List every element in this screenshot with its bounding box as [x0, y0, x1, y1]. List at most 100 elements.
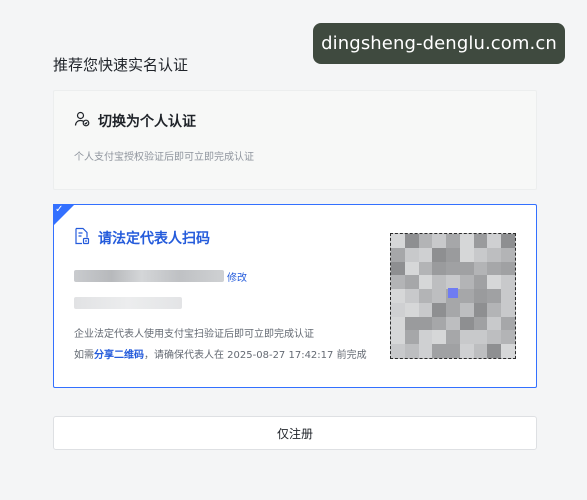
share-instructions: 如需分享二维码，请确保代表人在 2025-08-27 17:42:17 前完成 [74, 346, 367, 361]
qr-cell [391, 344, 405, 358]
qr-cell [501, 289, 515, 303]
legal-option-description: 企业法定代表人使用支付宝扫验证后即可立即完成认证 [74, 329, 314, 340]
personal-option-header: 切换为个人认证 [74, 111, 196, 131]
qr-cell [501, 316, 515, 331]
qr-cell [487, 330, 502, 345]
qr-cell [404, 316, 419, 331]
qr-cell [418, 234, 433, 248]
qr-cell [391, 261, 405, 276]
qr-cell [404, 275, 419, 290]
qr-cell [473, 275, 488, 290]
personal-option-description: 个人支付宝授权验证后即可立即完成认证 [74, 152, 254, 163]
qr-cell [473, 247, 488, 262]
legal-option-header: 请法定代表人扫码 [74, 227, 210, 249]
edit-link[interactable]: 修改 [227, 269, 247, 284]
qr-cell [432, 275, 447, 290]
qr-cell [459, 330, 474, 345]
qr-cell [391, 302, 405, 317]
qr-cell [487, 302, 502, 317]
qr-cell [487, 289, 502, 303]
qr-cell [432, 302, 447, 317]
qr-cell [432, 316, 447, 331]
qr-center-logo [448, 288, 458, 298]
qr-cell [501, 330, 515, 345]
representative-id-redacted [74, 297, 182, 309]
qr-cell [432, 247, 447, 262]
qr-cell [473, 289, 488, 303]
qr-cell [404, 330, 419, 345]
qr-cell [459, 234, 474, 248]
qr-cell [501, 275, 515, 290]
qr-cell [418, 247, 433, 262]
share-qr-link[interactable]: 分享二维码 [94, 350, 144, 361]
share-suffix: ，请确保代表人在 2025-08-27 17:42:17 前完成 [144, 350, 367, 361]
qr-cell [404, 234, 419, 248]
qr-cell [418, 316, 433, 331]
qr-cell [459, 275, 474, 290]
qr-cell [404, 247, 419, 262]
qr-cell [501, 344, 515, 358]
qr-cell [391, 247, 405, 262]
qr-cell [459, 261, 474, 276]
qr-cell [404, 302, 419, 317]
qr-cell [432, 289, 447, 303]
qr-cell [446, 234, 460, 248]
qr-cell [432, 261, 447, 276]
personal-option-label: 切换为个人认证 [98, 114, 196, 130]
watermark-banner: dingsheng-denglu.com.cn [313, 23, 565, 64]
person-verify-icon [74, 111, 90, 131]
check-icon: ✓ [55, 204, 64, 215]
qr-cell [459, 344, 474, 358]
qr-cell [432, 344, 447, 358]
personal-verification-option[interactable]: 切换为个人认证 个人支付宝授权验证后即可立即完成认证 [53, 90, 537, 190]
qr-cell [391, 289, 405, 303]
qr-cell [473, 302, 488, 317]
qr-cell [418, 275, 433, 290]
qr-cell [391, 275, 405, 290]
representative-name-redacted [74, 270, 224, 282]
qr-cell [391, 234, 405, 248]
qr-cell [391, 330, 405, 345]
share-prefix: 如需 [74, 350, 94, 361]
qr-cell [501, 247, 515, 262]
qr-cell [487, 261, 502, 276]
qr-cell [473, 234, 488, 248]
qr-cell [487, 275, 502, 290]
qr-cell [473, 261, 488, 276]
qr-cell [418, 330, 433, 345]
qr-cell [473, 316, 488, 331]
qr-cell [446, 344, 460, 358]
qr-cell [418, 302, 433, 317]
watermark-text: dingsheng-denglu.com.cn [321, 33, 557, 54]
qr-cell [501, 302, 515, 317]
qr-cell [432, 234, 447, 248]
register-only-label: 仅注册 [276, 426, 313, 441]
qr-cell [487, 344, 502, 358]
qr-cell [459, 289, 474, 303]
qr-cell [459, 302, 474, 317]
qr-cell [446, 261, 460, 276]
qr-cell [487, 247, 502, 262]
qr-cell [418, 344, 433, 358]
qr-cell [487, 316, 502, 331]
qr-cell [446, 247, 460, 262]
legal-representative-option[interactable]: ✓ 请法定代表人扫码 修改 企业法定代表人使用支付宝扫验证后即可立即完成认证 如… [53, 204, 537, 388]
document-scan-icon [74, 227, 90, 249]
qr-cell [473, 344, 488, 358]
qr-cell [404, 261, 419, 276]
qr-cell [473, 330, 488, 345]
qr-cell [459, 316, 474, 331]
qr-cell [446, 302, 460, 317]
qr-cell [404, 289, 419, 303]
register-only-button[interactable]: 仅注册 [53, 416, 537, 450]
qr-cell [418, 261, 433, 276]
page-title: 推荐您快速实名认证 [53, 56, 189, 74]
qr-cell [459, 247, 474, 262]
qr-cell [501, 261, 515, 276]
qr-cell [432, 330, 447, 345]
legal-option-label: 请法定代表人扫码 [98, 231, 210, 247]
qr-cell [501, 234, 515, 248]
qr-cell [404, 344, 419, 358]
qr-cell [391, 316, 405, 331]
qr-cell [446, 330, 460, 345]
